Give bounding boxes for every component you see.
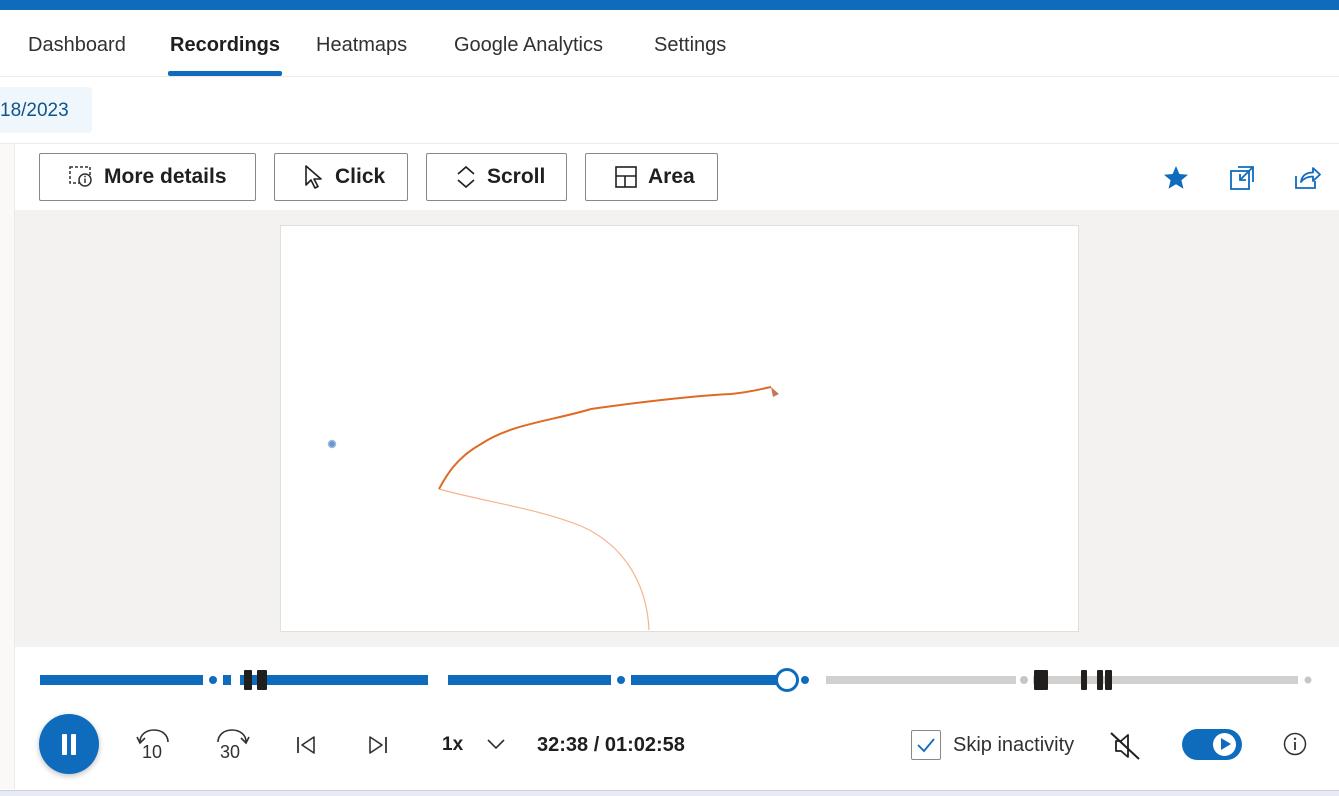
timeline-event-dot [1304,676,1312,684]
recording-viewport[interactable] [280,225,1079,632]
skip-inactivity-checkbox[interactable] [911,730,941,760]
timeline-event-marker [1097,670,1103,690]
checkmark-icon [917,738,935,753]
details-panel-icon [69,166,92,187]
tab-google-analytics[interactable]: Google Analytics [454,10,603,76]
window-bottom-edge [0,790,1339,796]
timeline-event-dot [617,676,625,684]
more-details-button[interactable]: More details [39,153,256,201]
area-grid-icon [615,166,637,188]
click-marker-dot [327,439,337,449]
click-label: Click [335,165,386,188]
skip-inactivity-label[interactable]: Skip inactivity [953,734,1074,757]
pause-button[interactable] [39,714,99,774]
mouse-trail-recent [438,386,772,490]
player-controls: 10 30 1x 32:38 / 01:02:58 Skip inactivit… [0,700,1339,790]
star-icon[interactable] [1162,164,1190,192]
timeline-event-dot [1020,676,1028,684]
skip-back-button[interactable]: 10 [134,726,174,766]
info-icon[interactable] [1283,732,1307,756]
chevron-down-icon[interactable] [486,737,506,751]
timeline-event-marker [1105,670,1112,690]
click-button[interactable]: Click [274,153,408,201]
timeline-played-segment [223,675,231,685]
timeline-played-segment [448,675,611,685]
open-in-new-window-icon[interactable] [1228,164,1256,192]
play-icon [1213,733,1236,756]
tab-dashboard[interactable]: Dashboard [28,10,126,76]
timeline-event-marker [244,670,252,690]
scroll-button[interactable]: Scroll [426,153,567,201]
skip-back-seconds: 10 [142,742,163,762]
main-nav: Dashboard Recordings Heatmaps Google Ana… [0,10,1339,77]
timeline-unplayed-segment [826,676,1016,684]
playback-speed-value[interactable]: 1x [442,734,463,756]
skip-forward-seconds: 30 [220,742,241,762]
timeline-played-segment [631,675,797,685]
timeline-track[interactable] [0,664,1339,696]
share-icon[interactable] [1293,164,1321,192]
timeline-scrubber-handle[interactable] [775,668,799,692]
timeline-event-dot [209,676,217,684]
area-button[interactable]: Area [585,153,718,201]
timeline-unplayed-segment [1033,676,1298,684]
scroll-chevrons-icon [457,165,475,189]
mute-icon[interactable] [1108,730,1142,762]
top-accent-bar [0,0,1339,10]
next-event-icon[interactable] [367,735,389,755]
timeline-played-segment [40,675,203,685]
tab-recordings[interactable]: Recordings [167,10,283,76]
scroll-label: Scroll [487,165,546,188]
timeline-event-dot [801,676,809,684]
skip-forward-button[interactable]: 30 [212,726,252,766]
date-filter-chip[interactable]: 18/2023 [0,87,92,133]
header-divider [0,143,1339,144]
timeline-played-segment [240,675,428,685]
time-display: 32:38 / 01:02:58 [537,734,685,756]
mouse-trail-faded [438,488,650,631]
area-label: Area [648,165,695,188]
timeline-event-marker [1034,670,1048,690]
playback-timeline[interactable] [0,664,1339,696]
previous-event-icon[interactable] [295,735,317,755]
cursor-arrow-icon [305,165,322,189]
mouse-cursor-icon [771,387,779,397]
mouse-trail-canvas [327,386,779,631]
autoplay-toggle[interactable] [1182,729,1242,760]
tab-heatmaps[interactable]: Heatmaps [316,10,407,76]
tab-settings[interactable]: Settings [654,10,726,76]
more-details-label: More details [104,165,227,188]
timeline-event-marker [257,670,267,690]
timeline-event-marker [1081,670,1087,690]
